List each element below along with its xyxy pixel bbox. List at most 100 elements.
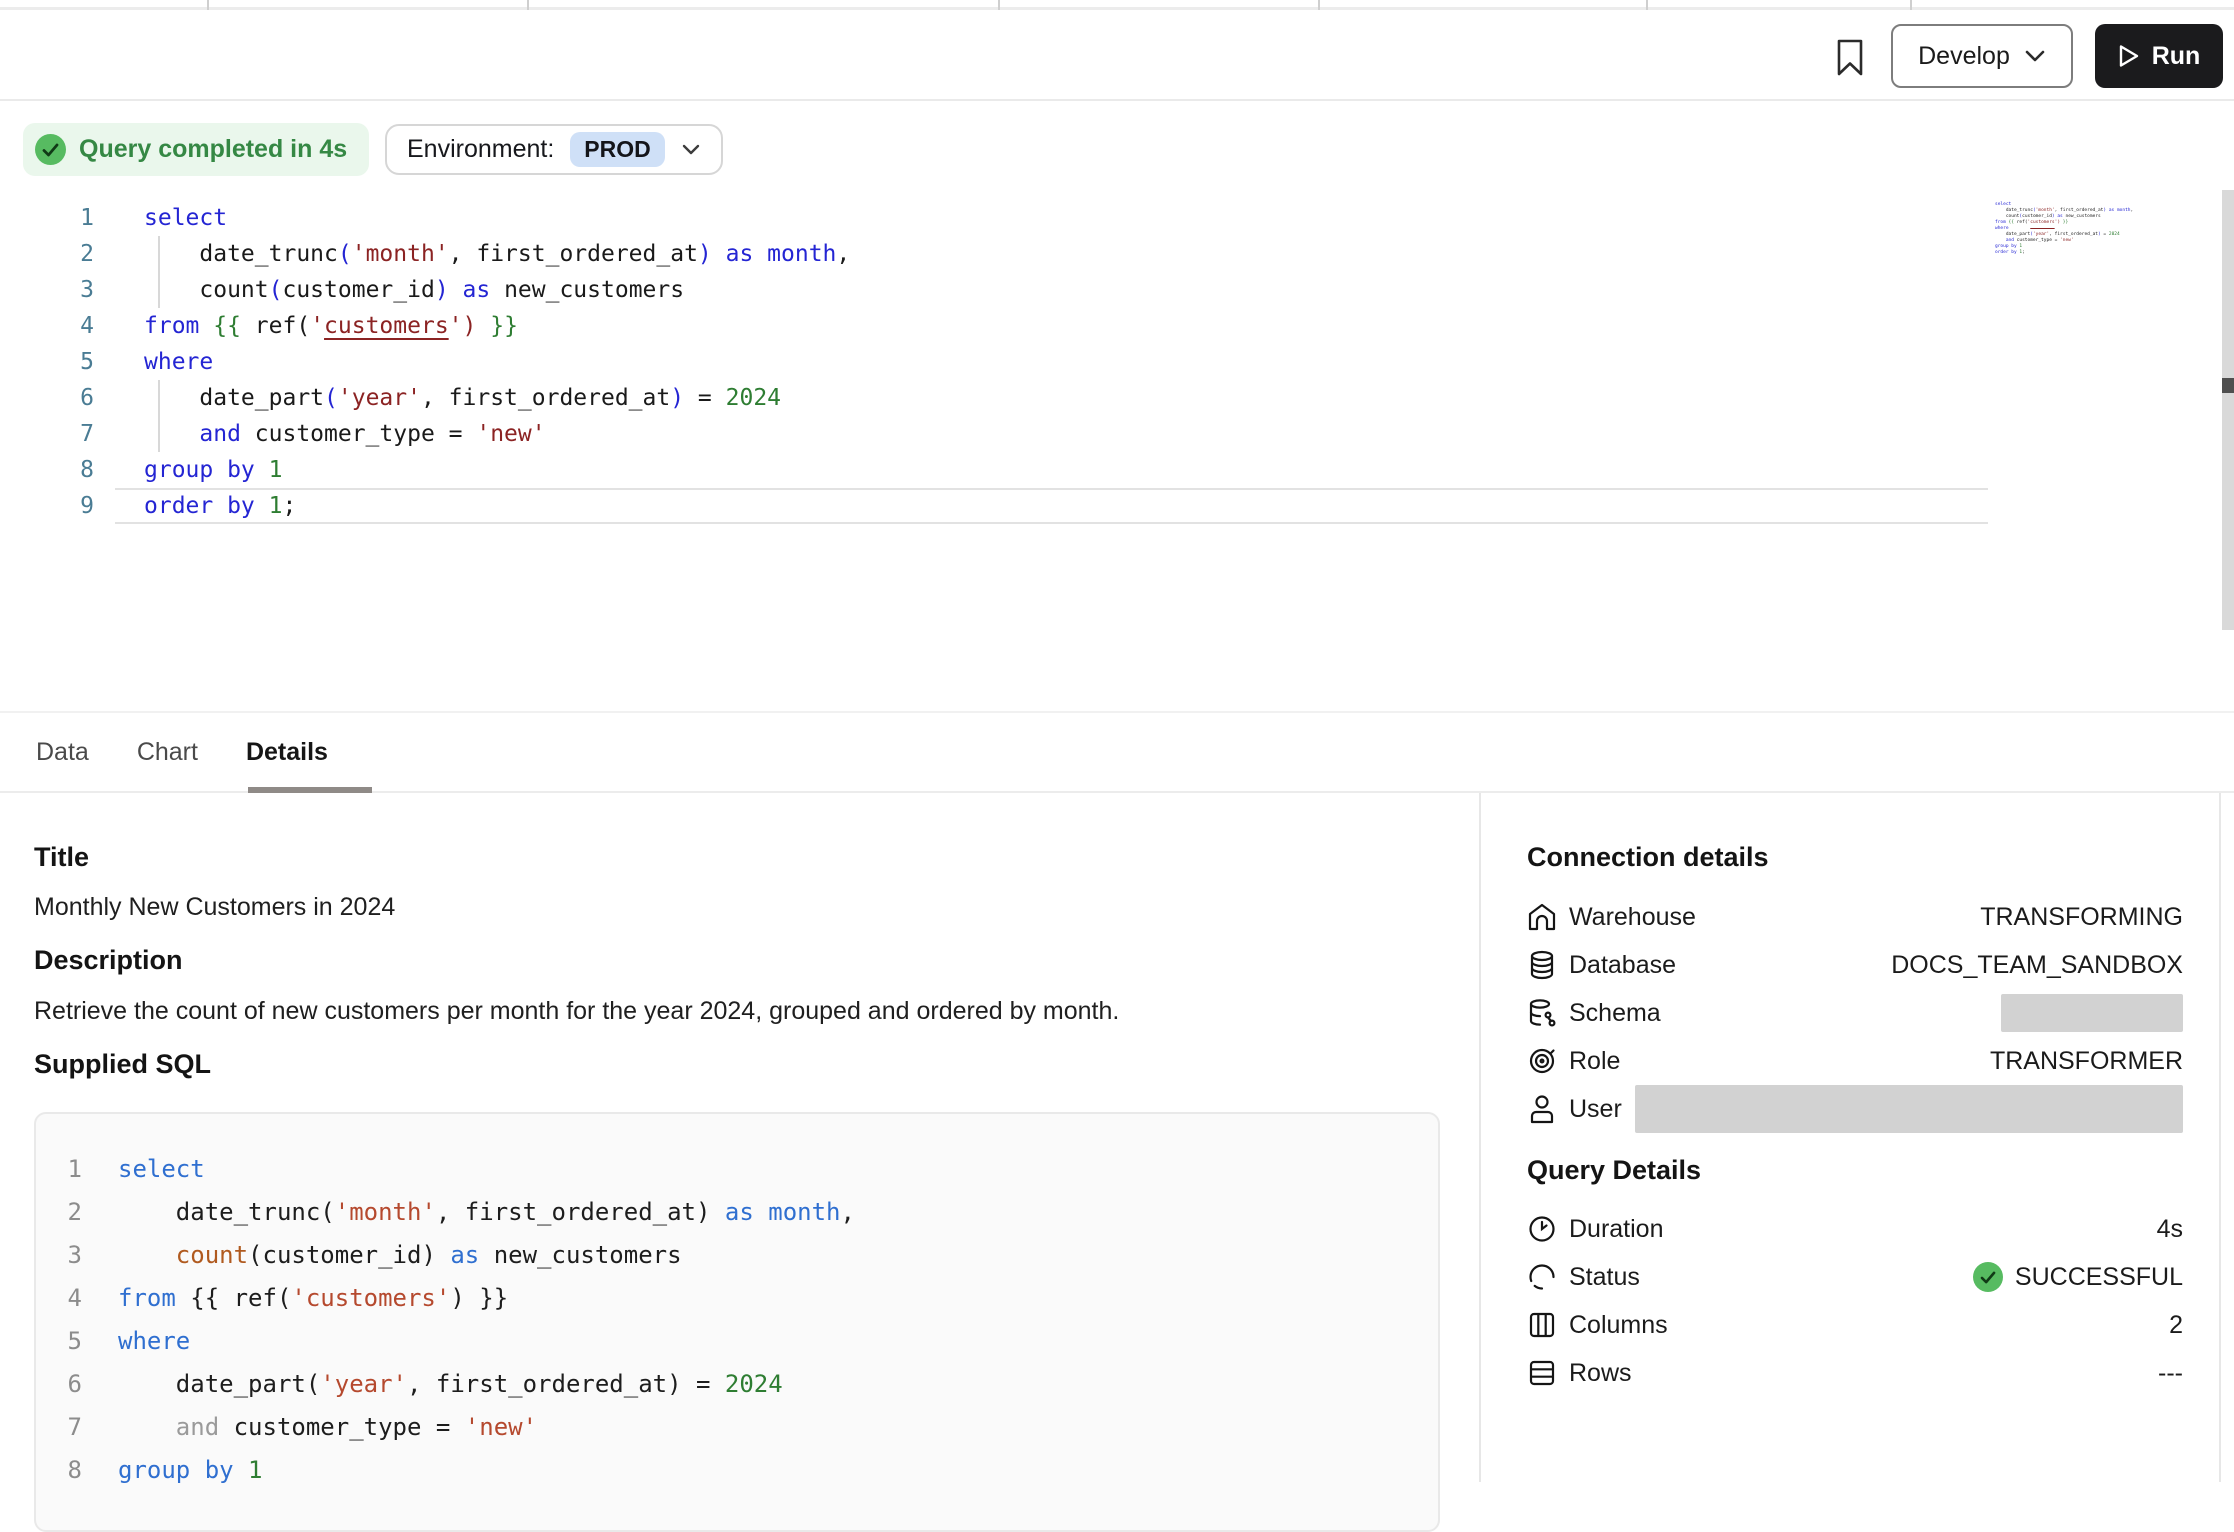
user-label: User [1569, 1095, 1622, 1124]
line-number: 6 [0, 380, 94, 416]
code-line: 6 date_part('year', first_ordered_at) = … [0, 380, 2234, 416]
check-circle-icon [1973, 1262, 2003, 1292]
supplied-sql-heading: Supplied SQL [34, 1049, 211, 1080]
warehouse-value: TRANSFORMING [1980, 903, 2183, 932]
panel-right-edge [2219, 793, 2221, 1482]
query-status-badge: Query completed in 4s [23, 123, 369, 176]
environment-selector[interactable]: Environment: PROD [385, 124, 723, 175]
rows-icon [1527, 1358, 1561, 1388]
environment-label: Environment: [407, 135, 554, 164]
line-number: 3 [36, 1234, 82, 1277]
schema-icon [1527, 998, 1561, 1028]
tab-divider [527, 0, 529, 10]
database-row: Database DOCS_TEAM_SANDBOX [1527, 941, 2183, 989]
role-icon [1527, 1046, 1561, 1076]
line-number: 1 [36, 1148, 82, 1191]
role-row: Role TRANSFORMER [1527, 1037, 2183, 1085]
results-tab-bar: Data Chart Details [0, 711, 2234, 793]
code-line: 2 date_trunc('month', first_ordered_at) … [36, 1191, 1438, 1234]
line-number: 5 [36, 1320, 82, 1363]
line-number: 9 [0, 488, 94, 524]
tab-divider [1910, 0, 1912, 10]
supplied-sql-code-block: 1select2 date_trunc('month', first_order… [34, 1112, 1440, 1532]
redacted-value [1635, 1085, 2183, 1133]
tab-divider [1646, 0, 1648, 10]
code-line: 9order by 1; [0, 488, 2234, 524]
schema-row: Schema [1527, 989, 2183, 1037]
duration-value: 4s [2157, 1215, 2183, 1244]
line-number: 3 [0, 272, 94, 308]
panel-divider [1479, 793, 1481, 1482]
tab-details[interactable]: Details [246, 738, 328, 767]
warehouse-icon [1527, 902, 1561, 932]
database-value: DOCS_TEAM_SANDBOX [1891, 951, 2183, 980]
connection-details-rows: Warehouse TRANSFORMING Database DOCS_TEAM_S… [1527, 893, 2183, 1133]
schema-value [2001, 994, 2183, 1032]
rows-row: Rows --- [1527, 1349, 2183, 1397]
code-line: 5where [36, 1320, 1438, 1363]
title-heading: Title [34, 842, 89, 873]
role-value: TRANSFORMER [1990, 1047, 2183, 1076]
line-number: 6 [36, 1363, 82, 1406]
editor-scrollbar-thumb[interactable] [2222, 378, 2234, 393]
code-line: 8group by 1 [36, 1449, 1438, 1492]
code-line: 5where [0, 344, 2234, 380]
play-icon [2118, 44, 2140, 68]
user-icon [1527, 1094, 1561, 1124]
develop-dropdown-button[interactable]: Develop [1891, 24, 2073, 88]
line-number: 1 [0, 200, 94, 236]
rows-value: --- [2158, 1359, 2183, 1388]
develop-label: Develop [1918, 42, 2010, 71]
line-number: 5 [0, 344, 94, 380]
editor-scrollbar[interactable] [2222, 190, 2234, 630]
line-number: 2 [36, 1191, 82, 1234]
environment-value-chip: PROD [570, 132, 664, 167]
bookmark-icon[interactable] [1833, 35, 1867, 81]
query-details-heading: Query Details [1527, 1155, 1701, 1186]
line-number: 2 [0, 236, 94, 272]
duration-label: Duration [1569, 1215, 1664, 1244]
role-label: Role [1569, 1047, 1620, 1076]
line-number: 7 [36, 1406, 82, 1449]
code-line: 3 count(customer_id) as new_customers [36, 1234, 1438, 1277]
status-row: StatusSUCCESSFUL [1527, 1253, 2183, 1301]
schema-label: Schema [1569, 999, 1661, 1028]
code-line: 1select [36, 1148, 1438, 1191]
columns-value: 2 [2169, 1311, 2183, 1340]
database-label: Database [1569, 951, 1676, 980]
columns-label: Columns [1569, 1311, 1668, 1340]
editor-minimap[interactable]: select date_trunc('month', first_ordered… [1995, 202, 2110, 256]
code-line: 8group by 1 [0, 452, 2234, 488]
chevron-down-icon [2024, 49, 2046, 63]
code-line: 4from {{ ref('customers') }} [36, 1277, 1438, 1320]
user-value [1635, 1085, 2183, 1133]
database-icon [1527, 950, 1561, 980]
redacted-value [2001, 994, 2183, 1032]
title-value: Monthly New Customers in 2024 [34, 893, 395, 922]
run-label: Run [2152, 42, 2201, 71]
tab-divider [207, 0, 209, 10]
duration-row: Duration 4s [1527, 1205, 2183, 1253]
user-row: User [1527, 1085, 2183, 1133]
details-content: Title Monthly New Customers in 2024 Desc… [0, 793, 2234, 1482]
warehouse-label: Warehouse [1569, 903, 1696, 932]
code-line: 4from {{ ref('customers') }} [0, 308, 2234, 344]
warehouse-row: Warehouse TRANSFORMING [1527, 893, 2183, 941]
columns-icon [1527, 1310, 1561, 1340]
indent-guide [158, 380, 160, 452]
line-number: 8 [0, 452, 94, 488]
line-number: 4 [36, 1277, 82, 1320]
rows-label: Rows [1569, 1359, 1632, 1388]
code-line: 7 and customer_type = 'new' [36, 1406, 1438, 1449]
tab-chart[interactable]: Chart [137, 738, 198, 767]
duration-icon [1527, 1214, 1561, 1244]
tab-data[interactable]: Data [36, 738, 89, 767]
run-button[interactable]: Run [2095, 24, 2223, 88]
code-line: 3 count(customer_id) as new_customers [0, 272, 2234, 308]
line-number: 8 [36, 1449, 82, 1492]
sql-code-editor[interactable]: 1select2 date_trunc('month', first_order… [0, 200, 2234, 640]
status-row: Query completed in 4s Environment: PROD [0, 103, 2234, 193]
code-line: 7 and customer_type = 'new' [0, 416, 2234, 452]
tab-divider [998, 0, 1000, 10]
editor-code-lines: 1select2 date_trunc('month', first_order… [0, 200, 2234, 524]
